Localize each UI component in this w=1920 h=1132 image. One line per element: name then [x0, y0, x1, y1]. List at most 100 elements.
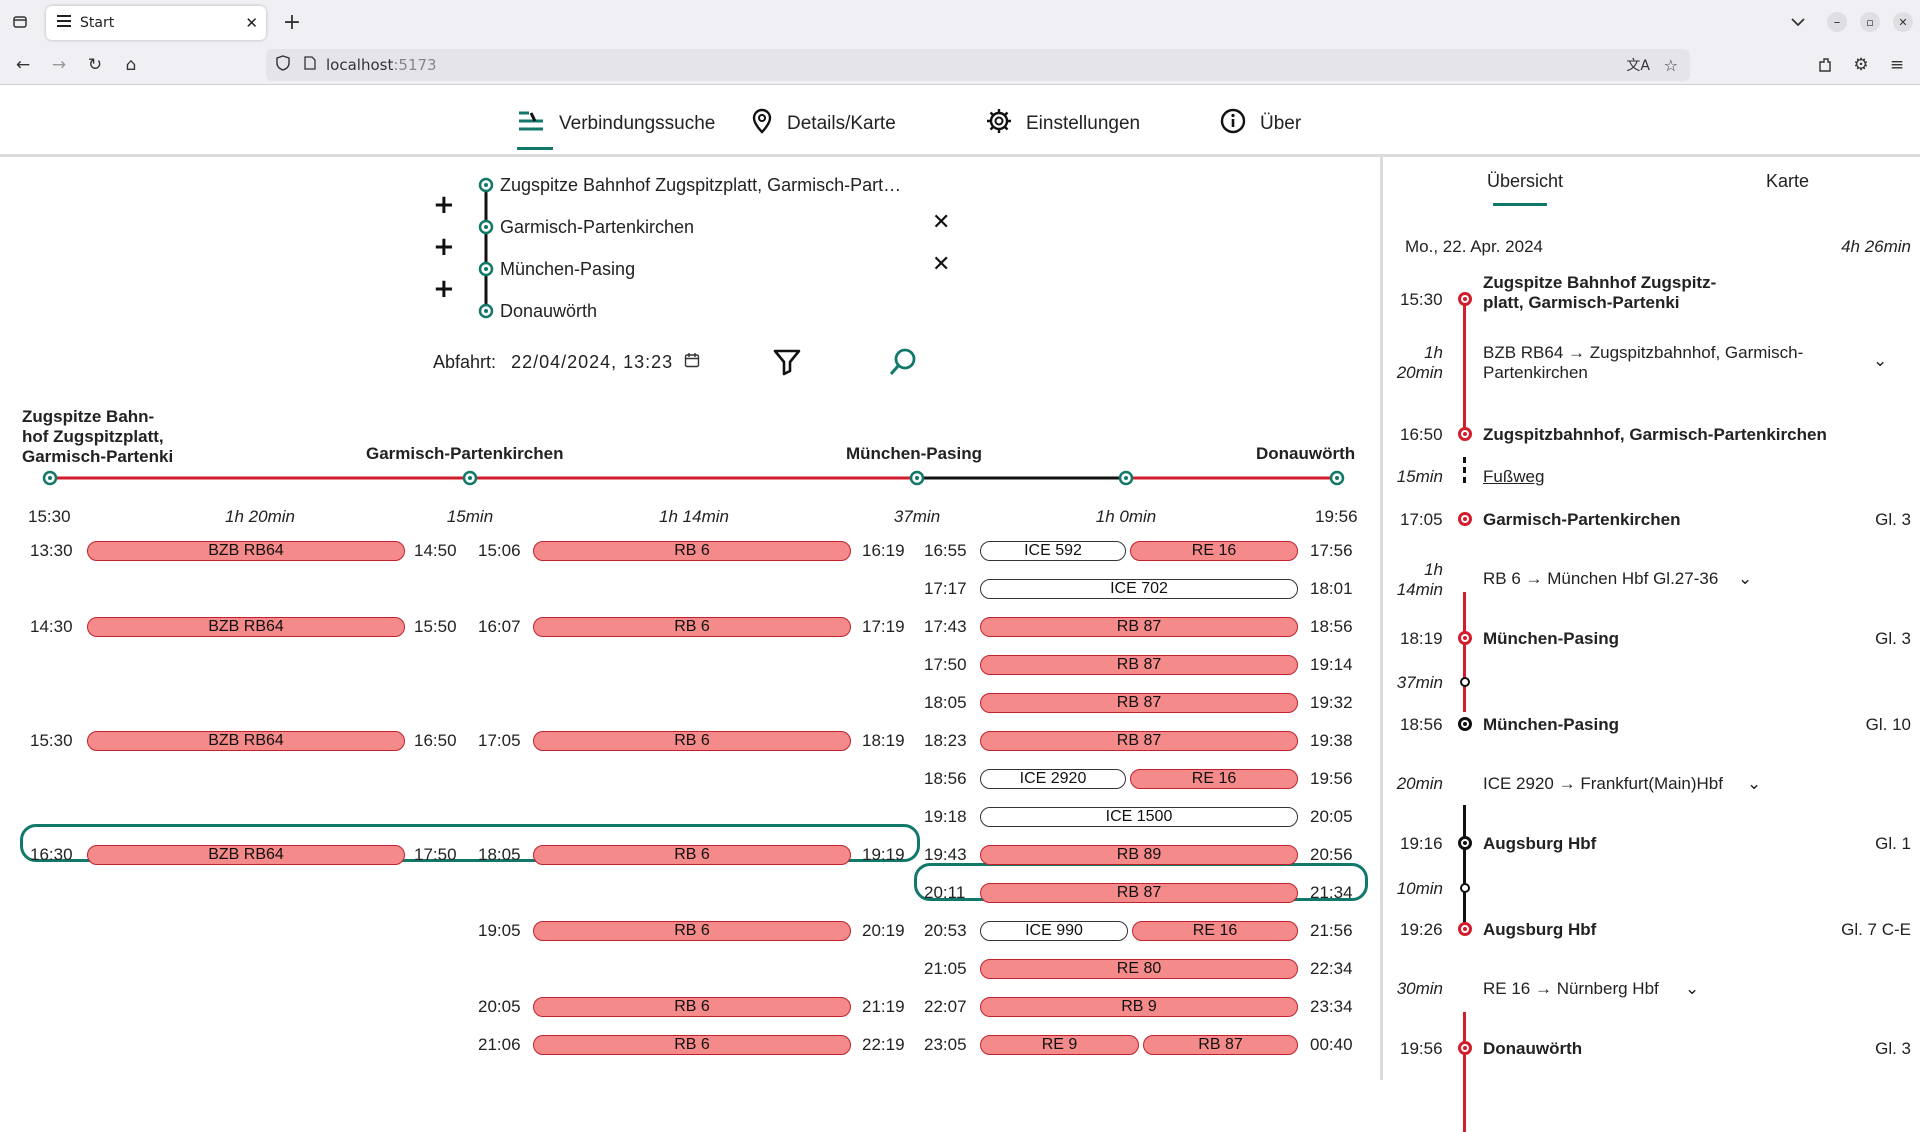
details-panel: Übersicht Karte Mo., 22. Apr. 2024 4h 26…: [1383, 157, 1920, 1132]
train-bar[interactable]: RB 6: [533, 997, 851, 1017]
chevron-down-icon[interactable]: ⌄: [1747, 774, 1761, 794]
url-bar[interactable]: localhost:5173 文A ☆: [266, 49, 1690, 81]
platform: Gl. 3: [1875, 629, 1911, 648]
remove-stop-button[interactable]: ✕: [932, 210, 950, 235]
reload-icon[interactable]: ↻: [82, 52, 108, 78]
train-bar[interactable]: RB 9: [980, 997, 1298, 1017]
train-bar[interactable]: RB 6: [533, 541, 851, 561]
stop-via-1-input[interactable]: Garmisch-Partenkirchen: [500, 217, 694, 238]
nav-ueber[interactable]: Über: [1220, 107, 1301, 141]
info-icon: [1220, 108, 1260, 140]
remove-stop-button[interactable]: ✕: [932, 252, 950, 277]
stop-time: 19:26: [1400, 920, 1443, 939]
train-bar[interactable]: RE 9: [980, 1035, 1139, 1055]
calendar-icon[interactable]: [684, 352, 700, 372]
train-bar[interactable]: RE 80: [980, 959, 1298, 979]
window-close-icon[interactable]: ✕: [1893, 12, 1913, 32]
tab-close-icon[interactable]: ✕: [245, 14, 258, 32]
train-bar[interactable]: RB 87: [980, 731, 1298, 751]
extensions-icon[interactable]: [1812, 52, 1838, 78]
chevron-down-icon[interactable]: ⌄: [1685, 979, 1699, 999]
train-bar[interactable]: RB 89: [980, 845, 1298, 865]
chevron-down-icon[interactable]: [1786, 10, 1810, 34]
leg-train-direction[interactable]: ICE 2920 → Frankfurt(Main)Hbf: [1483, 774, 1723, 794]
train-bar[interactable]: RB 6: [533, 921, 851, 941]
leg-train-direction[interactable]: RB 6 → München Hbf Gl.27-36: [1483, 569, 1718, 589]
train-bar[interactable]: RB 6: [533, 617, 851, 637]
trip-dep-time: 15:06: [478, 541, 521, 560]
train-bar[interactable]: RE 16: [1132, 921, 1298, 941]
search-icon[interactable]: [888, 347, 918, 381]
stop-via-2-input[interactable]: München-Pasing: [500, 259, 635, 280]
train-bar[interactable]: RB 87: [1143, 1035, 1298, 1055]
trip-arr-time: 19:32: [1310, 693, 1353, 712]
trip-arr-time: 17:50: [414, 845, 457, 864]
train-bar[interactable]: ICE 990: [980, 921, 1128, 941]
trip-dep-time: 18:05: [924, 693, 967, 712]
tab-karte[interactable]: Karte: [1766, 171, 1809, 192]
translate-icon[interactable]: 文A: [1626, 55, 1650, 75]
add-stop-button[interactable]: +: [433, 274, 455, 304]
stop-dot: [1458, 717, 1472, 731]
trip-dep-time: 17:50: [924, 655, 967, 674]
train-bar[interactable]: ICE 592: [980, 541, 1126, 561]
stop-origin-input[interactable]: Zugspitze Bahnhof Zugspitzplatt, Garmisc…: [500, 175, 901, 196]
url-host: localhost: [326, 56, 394, 74]
stop-time: 18:56: [1400, 715, 1443, 734]
tab-list-icon[interactable]: [8, 10, 32, 34]
leg-train-direction[interactable]: RE 16 → Nürnberg Hbf: [1483, 979, 1659, 999]
train-bar[interactable]: BZB RB64: [87, 731, 405, 751]
walk-link[interactable]: Fußweg: [1483, 467, 1544, 487]
train-bar[interactable]: RB 87: [980, 655, 1298, 675]
chevron-down-icon[interactable]: ⌄: [1873, 351, 1887, 371]
settings-gear-icon[interactable]: ⚙: [1848, 52, 1874, 78]
train-bar[interactable]: ICE 2920: [980, 769, 1126, 789]
trip-arr-time: 18:19: [862, 731, 905, 750]
nav-verbindungssuche[interactable]: Verbindungssuche: [517, 107, 715, 150]
menu-icon[interactable]: ≡: [1884, 52, 1910, 78]
train-bar[interactable]: RB 6: [533, 1035, 851, 1055]
new-tab-icon[interactable]: +: [280, 10, 304, 35]
chevron-down-icon[interactable]: ⌄: [1738, 569, 1752, 589]
add-stop-button[interactable]: +: [433, 190, 455, 220]
train-bar[interactable]: RB 87: [980, 883, 1298, 903]
train-bar[interactable]: RE 16: [1130, 541, 1298, 561]
train-bar[interactable]: RB 87: [980, 693, 1298, 713]
route-search-icon: [517, 110, 559, 138]
timeline-via-2-label: München-Pasing: [846, 444, 983, 463]
stop-time: 16:50: [1400, 425, 1443, 444]
train-bar[interactable]: ICE 702: [980, 579, 1298, 599]
nav-einstellungen[interactable]: Einstellungen: [986, 107, 1140, 141]
stop-name: Augsburg Hbf: [1483, 834, 1597, 853]
trip-dep-time: 16:30: [30, 845, 73, 864]
train-bar[interactable]: BZB RB64: [87, 845, 405, 865]
walk-line: [1463, 457, 1466, 487]
map-pin-icon: [751, 108, 787, 140]
leg-train-direction[interactable]: BZB RB64 → Zugspitzbahnhof, Garmisch- Pa…: [1483, 343, 1803, 383]
trip-dep-time: 18:05: [478, 845, 521, 864]
minimize-icon[interactable]: –: [1827, 12, 1847, 32]
filter-icon[interactable]: [772, 347, 802, 381]
transfer-duration: 10min: [1396, 879, 1443, 898]
back-icon[interactable]: ←: [10, 52, 36, 78]
train-bar[interactable]: BZB RB64: [87, 541, 405, 561]
train-bar[interactable]: RB 6: [533, 845, 851, 865]
forward-icon[interactable]: →: [46, 52, 72, 78]
home-icon[interactable]: ⌂: [118, 52, 144, 78]
train-bar[interactable]: BZB RB64: [87, 617, 405, 637]
browser-tab-start[interactable]: Start ✕: [46, 6, 266, 40]
train-bar[interactable]: RB 6: [533, 731, 851, 751]
add-stop-button[interactable]: +: [433, 232, 455, 262]
nav-details-karte[interactable]: Details/Karte: [751, 107, 896, 141]
train-bar[interactable]: ICE 1500: [980, 807, 1298, 827]
leg-duration: 30min: [1396, 979, 1443, 998]
departure-datetime-input[interactable]: 22/04/2024, 13:23: [511, 352, 673, 372]
trip-arr-time: 19:38: [1310, 731, 1353, 750]
bookmark-star-icon[interactable]: ☆: [1664, 56, 1678, 75]
train-bar[interactable]: RE 16: [1130, 769, 1298, 789]
stop-name: Zugspitze Bahnhof Zugspitz- platt, Garmi…: [1483, 273, 1717, 312]
train-bar[interactable]: RB 87: [980, 617, 1298, 637]
stop-destination-input[interactable]: Donauwörth: [500, 301, 597, 322]
tab-uebersicht[interactable]: Übersicht: [1487, 171, 1563, 206]
maximize-icon[interactable]: ▫: [1860, 12, 1880, 32]
